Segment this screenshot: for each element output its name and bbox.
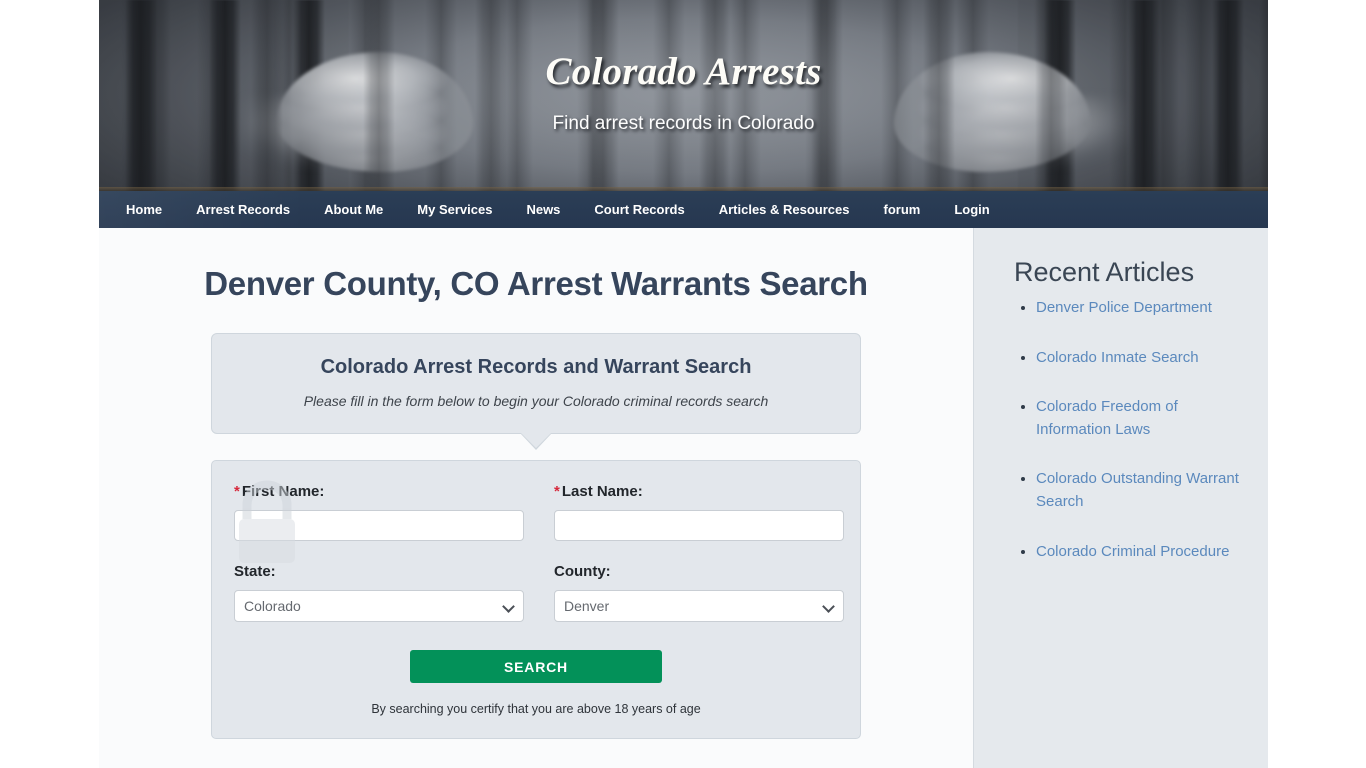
list-item: Colorado Criminal Procedure [1036,540,1244,563]
sidebar-article-link-4[interactable]: Colorado Outstanding Warrant Search [1036,470,1239,510]
county-field-group: County: Denver [554,563,844,622]
recent-articles-list: Denver Police Department Colorado Inmate… [1014,296,1244,562]
content-wrapper: Denver County, CO Arrest Warrants Search… [99,228,1268,768]
nav-item-about-me[interactable]: About Me [307,191,400,228]
last-name-label-text: Last Name: [561,483,643,500]
first-name-required-marker: * [234,483,240,500]
sidebar: Recent Articles Denver Police Department… [973,228,1268,768]
first-name-label-text: First Name: [241,483,325,500]
state-select[interactable]: Colorado [234,590,524,622]
county-select-wrapper: Denver [554,590,844,622]
search-button[interactable]: SEARCH [410,650,662,683]
sidebar-article-link-3[interactable]: Colorado Freedom of Information Laws [1036,398,1178,438]
nav-item-court-records[interactable]: Court Records [577,191,701,228]
last-name-field-group: * Last Name: [554,483,844,541]
state-select-wrapper: Colorado [234,590,524,622]
field-row-spacer [234,541,838,563]
nav-item-arrest-records[interactable]: Arrest Records [179,191,307,228]
sidebar-article-link-2[interactable]: Colorado Inmate Search [1036,349,1199,366]
callout-pointer-fill [520,432,552,448]
county-label: County: [554,563,611,580]
nav-item-forum[interactable]: forum [867,191,938,228]
hero-text-block: Colorado Arrests Find arrest records in … [99,50,1268,135]
county-select[interactable]: Denver [554,590,844,622]
site-masthead: Colorado Arrests Find arrest records in … [99,0,1268,191]
first-name-field-group: * First Name: [234,483,524,541]
location-fields-row: State: Colorado County: Denver [234,563,844,622]
sidebar-article-link-5[interactable]: Colorado Criminal Procedure [1036,543,1229,560]
site-container: Colorado Arrests Find arrest records in … [99,0,1268,768]
name-fields-row: * First Name: * Last Name: [234,483,844,541]
nav-item-news[interactable]: News [509,191,577,228]
first-name-input[interactable] [234,510,524,541]
nav-item-login[interactable]: Login [937,191,1006,228]
nav-item-home[interactable]: Home [109,191,179,228]
main-navigation: Home Arrest Records About Me My Services… [99,191,1268,228]
list-item: Colorado Inmate Search [1036,346,1244,369]
arrest-search-form: * First Name: * Last Name: State: Colora… [211,460,861,739]
nav-item-my-services[interactable]: My Services [400,191,509,228]
list-item: Colorado Outstanding Warrant Search [1036,467,1244,513]
age-disclaimer-text: By searching you certify that you are ab… [371,702,701,716]
main-column: Denver County, CO Arrest Warrants Search… [99,228,973,768]
sidebar-article-link-1[interactable]: Denver Police Department [1036,299,1212,316]
list-item: Denver Police Department [1036,296,1244,319]
site-title: Colorado Arrests [545,50,822,93]
intro-callout-box: Colorado Arrest Records and Warrant Sear… [211,333,861,450]
nav-item-articles-resources[interactable]: Articles & Resources [702,191,867,228]
intro-title: Colorado Arrest Records and Warrant Sear… [320,356,752,378]
first-name-label: * First Name: [234,483,524,500]
list-item: Colorado Freedom of Information Laws [1036,395,1244,441]
page-title: Denver County, CO Arrest Warrants Search [204,265,868,302]
state-label: State: [234,563,276,580]
last-name-required-marker: * [554,483,560,500]
site-tagline: Find arrest records in Colorado [552,112,815,134]
page-root: Colorado Arrests Find arrest records in … [0,0,1366,768]
state-field-group: State: Colorado [234,563,524,622]
sidebar-title: Recent Articles [1014,257,1195,287]
last-name-input[interactable] [554,510,844,541]
last-name-label: * Last Name: [554,483,844,500]
intro-subtitle: Please fill in the form below to begin y… [303,393,769,409]
